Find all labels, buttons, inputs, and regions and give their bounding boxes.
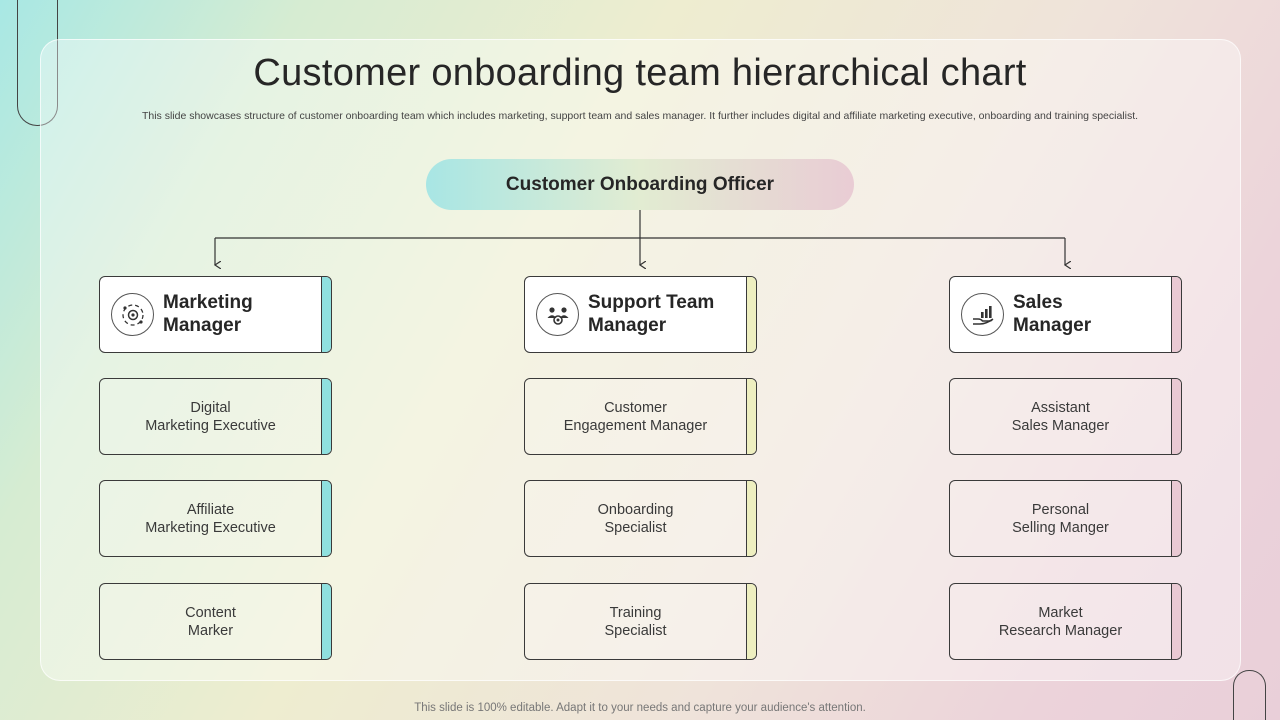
org-node-label: Onboarding Specialist (597, 501, 674, 536)
card-accent (1171, 481, 1181, 556)
org-node-label: Affiliate Marketing Executive (145, 501, 276, 536)
card-accent (1171, 277, 1181, 352)
org-node-label: Customer Engagement Manager (563, 399, 708, 434)
footer-note: This slide is 100% editable. Adapt it to… (414, 702, 866, 714)
root-node-label: Customer Onboarding Officer (505, 173, 775, 195)
card-accent (321, 277, 331, 352)
org-node: Market Research Manager (949, 583, 1182, 660)
org-node: Personal Selling Manger (949, 480, 1182, 557)
support-team-manager-label: Support Team Manager (588, 292, 715, 336)
card-accent (746, 481, 756, 556)
card-accent (321, 379, 331, 454)
marketing-gear-icon (111, 293, 154, 336)
sales-growth-icon (961, 293, 1004, 336)
sales-manager-card: Sales Manager (949, 276, 1182, 353)
org-node: Affiliate Marketing Executive (99, 480, 332, 557)
team-support-icon (536, 293, 579, 336)
org-node: Onboarding Specialist (524, 480, 757, 557)
card-accent (746, 379, 756, 454)
org-node-label: Assistant Sales Manager (1011, 399, 1110, 434)
card-accent (321, 584, 331, 659)
card-accent (1171, 379, 1181, 454)
card-accent (321, 481, 331, 556)
card-accent (1171, 584, 1181, 659)
card-accent (746, 584, 756, 659)
org-node: Digital Marketing Executive (99, 378, 332, 455)
marketing-manager-label: Marketing Manager (163, 292, 253, 336)
root-node: Customer Onboarding Officer (426, 159, 854, 210)
org-node-label: Market Research Manager (998, 604, 1123, 639)
org-node: Customer Engagement Manager (524, 378, 757, 455)
support-team-manager-card: Support Team Manager (524, 276, 757, 353)
org-node: Assistant Sales Manager (949, 378, 1182, 455)
org-node-label: Training Specialist (604, 604, 667, 639)
org-node: Content Marker (99, 583, 332, 660)
sales-manager-label: Sales Manager (1013, 292, 1092, 336)
org-node-label: Personal Selling Manger (1012, 501, 1109, 536)
org-node-label: Digital Marketing Executive (145, 399, 276, 434)
org-node: Training Specialist (524, 583, 757, 660)
org-node-label: Content Marker (185, 604, 236, 639)
card-accent (746, 277, 756, 352)
marketing-manager-card: Marketing Manager (99, 276, 332, 353)
